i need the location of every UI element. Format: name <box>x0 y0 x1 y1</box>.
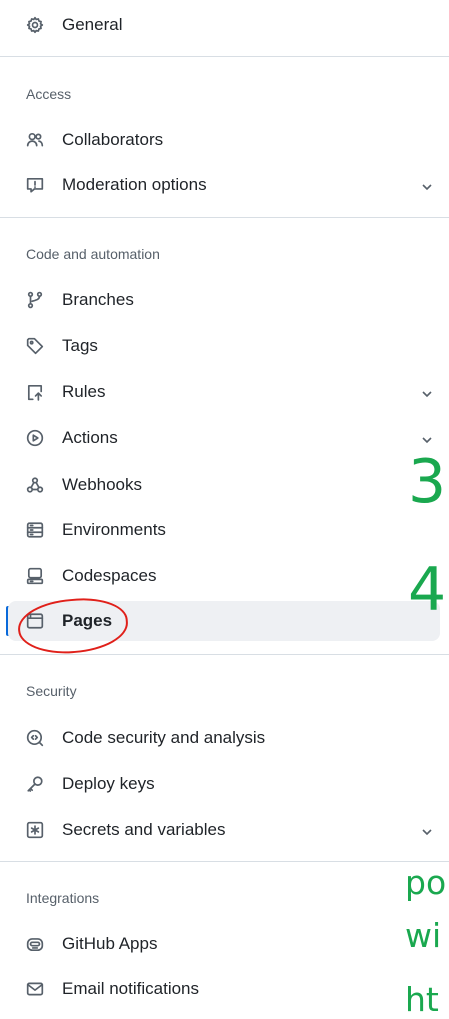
sidebar-item-general[interactable]: General <box>8 5 440 45</box>
play-icon <box>26 429 44 447</box>
key-icon <box>26 775 44 793</box>
mail-icon <box>26 980 44 998</box>
sidebar-item-label: Rules <box>62 382 106 401</box>
report-icon <box>26 176 44 194</box>
sidebar-item-rules[interactable]: Rules <box>8 372 440 412</box>
section-heading-integrations: Integrations <box>26 890 100 906</box>
webhook-icon <box>26 476 44 494</box>
section-heading-access: Access <box>26 86 72 102</box>
sidebar-item-label: Secrets and variables <box>62 820 226 839</box>
divider <box>0 56 449 57</box>
chevron-down-icon[interactable] <box>420 432 434 446</box>
sidebar-item-label: Moderation options <box>62 175 207 194</box>
chevron-down-icon[interactable] <box>420 179 434 193</box>
overlay-text-po: po <box>405 863 447 902</box>
sidebar-item-tags[interactable]: Tags <box>8 326 440 366</box>
sidebar-item-label: Branches <box>62 290 134 309</box>
codescan-icon <box>26 729 44 747</box>
sidebar-item-label: Environments <box>62 520 166 539</box>
overlay-text-ht: ht <box>405 980 439 1019</box>
hubot-icon <box>26 935 44 953</box>
overlay-number-3: 3 <box>408 447 447 517</box>
chevron-down-icon[interactable] <box>420 386 434 400</box>
chevron-down-icon[interactable] <box>420 824 434 838</box>
sidebar-item-webhooks[interactable]: Webhooks <box>8 465 440 505</box>
section-heading-security: Security <box>26 683 77 699</box>
sidebar-item-email-notifications[interactable]: Email notifications <box>8 969 440 1009</box>
sidebar-item-label: Webhooks <box>62 475 143 494</box>
sidebar-item-deploy-keys[interactable]: Deploy keys <box>8 764 440 804</box>
divider <box>0 861 449 862</box>
sidebar-item-codespaces[interactable]: Codespaces <box>8 556 440 596</box>
git-branch-icon <box>26 291 44 309</box>
sidebar-item-environments[interactable]: Environments <box>8 510 440 550</box>
server-icon <box>26 521 44 539</box>
sidebar-item-label: Tags <box>62 336 98 355</box>
sidebar-item-branches[interactable]: Branches <box>8 280 440 320</box>
people-icon <box>26 131 44 149</box>
sidebar-item-moderation-options[interactable]: Moderation options <box>8 165 440 205</box>
sidebar-item-label: Code security and analysis <box>62 728 266 747</box>
sidebar-item-label: Email notifications <box>62 979 200 998</box>
sidebar-item-label: Actions <box>62 428 118 447</box>
sidebar-item-label: General <box>62 15 123 34</box>
gear-icon <box>26 16 44 34</box>
sidebar-item-code-security[interactable]: Code security and analysis <box>8 718 440 758</box>
overlay-number-4: 4 <box>408 555 447 625</box>
repo-push-icon <box>26 383 44 401</box>
sidebar-item-label: GitHub Apps <box>62 934 158 953</box>
overlay-text-wi: wi <box>405 916 442 955</box>
sidebar-item-label: Deploy keys <box>62 774 155 793</box>
codespaces-icon <box>26 567 44 585</box>
tag-icon <box>26 337 44 355</box>
divider <box>0 217 449 218</box>
sidebar-item-actions[interactable]: Actions <box>8 418 440 458</box>
divider <box>0 654 449 655</box>
sidebar-item-github-apps[interactable]: GitHub Apps <box>8 924 440 964</box>
sidebar-item-label: Collaborators <box>62 130 164 149</box>
section-heading-code-automation: Code and automation <box>26 246 160 262</box>
sidebar-item-label: Codespaces <box>62 566 157 585</box>
sidebar-item-collaborators[interactable]: Collaborators <box>8 120 440 160</box>
sidebar-item-secrets-variables[interactable]: Secrets and variables <box>8 810 440 850</box>
key-asterisk-icon <box>26 821 44 839</box>
